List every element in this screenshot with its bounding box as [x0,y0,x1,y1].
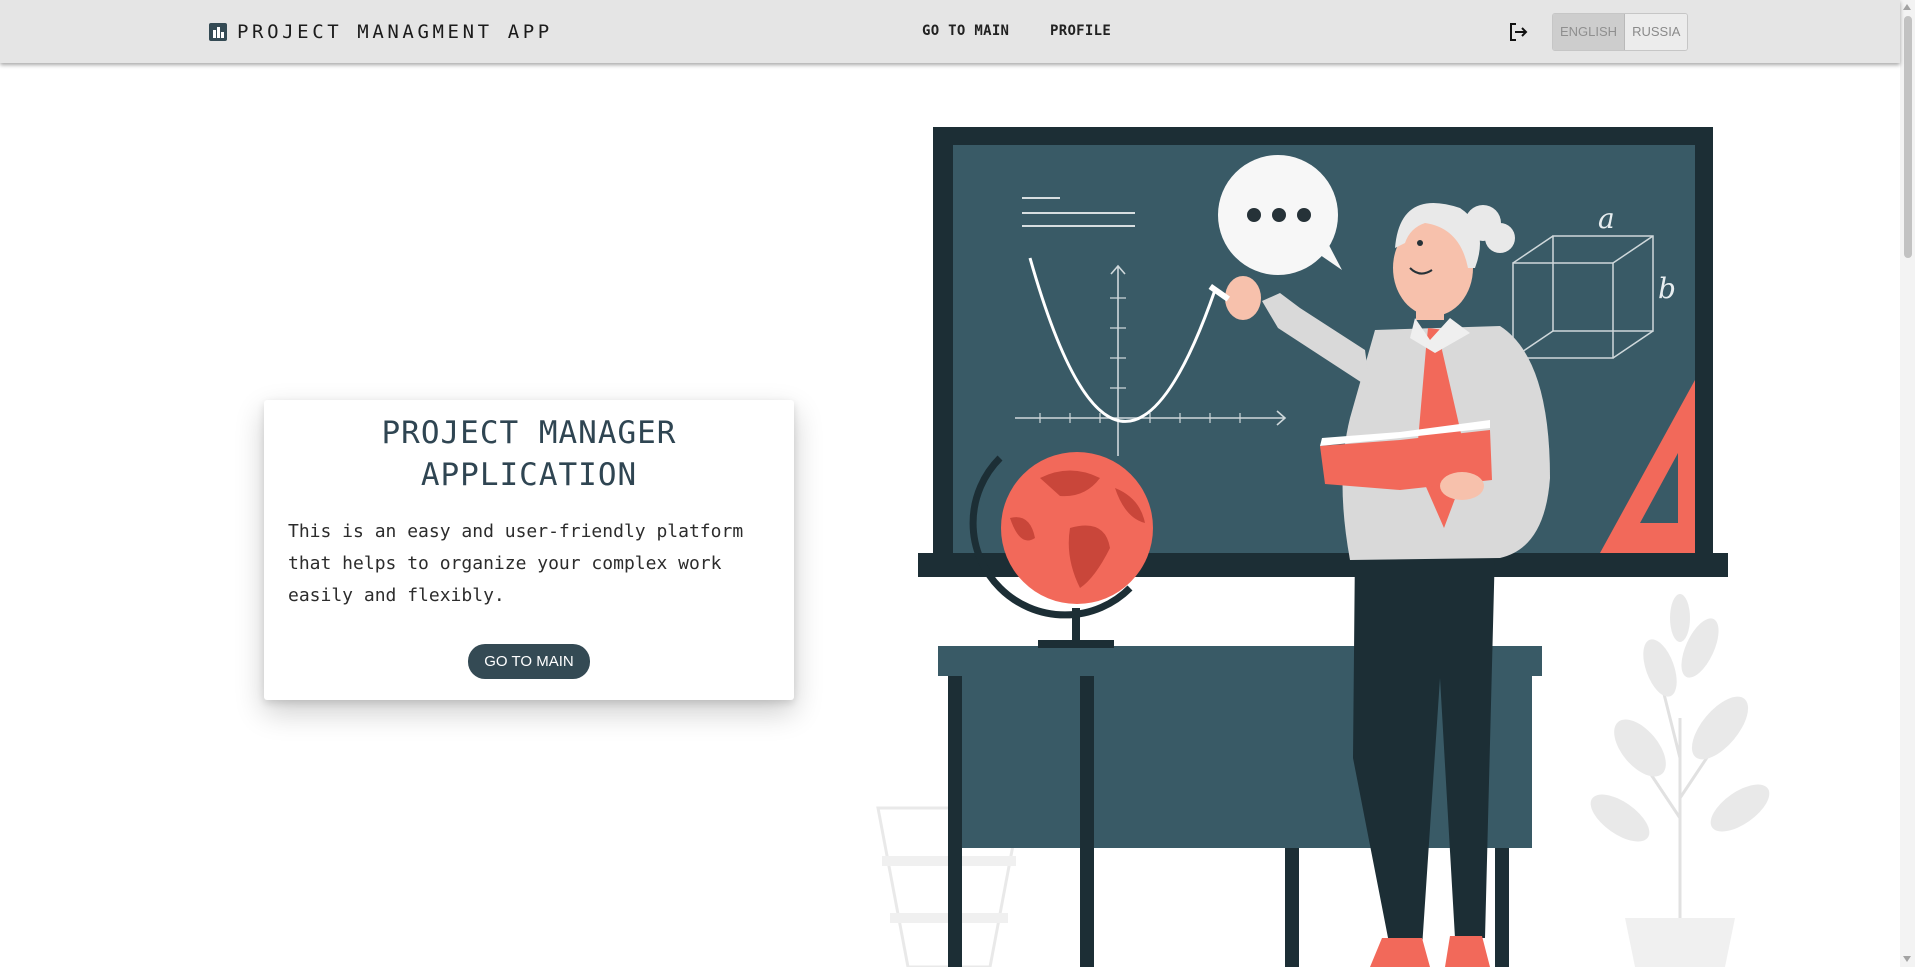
nav-profile[interactable]: PROFILE [1050,23,1111,39]
language-switcher: ENGLISH RUSSIA [1552,13,1689,51]
board-label-b: b [1658,272,1676,305]
language-russia-button[interactable]: RUSSIA [1625,14,1688,50]
go-to-main-button[interactable]: GO TO MAIN [468,644,590,679]
scroll-thumb[interactable] [1904,16,1912,258]
board-label-a: a [1598,202,1615,235]
hero-title: PROJECT MANAGER APPLICATION [381,415,677,493]
hero-card: PROJECT MANAGER APPLICATION This is an e… [264,400,794,700]
plant-decoration [1590,594,1770,967]
logout-icon[interactable] [1506,20,1530,44]
bar-chart-icon [209,23,227,41]
nav-go-to-main[interactable]: GO TO MAIN [922,23,1009,39]
scroll-up-arrow-icon[interactable] [1903,4,1911,10]
language-english-button[interactable]: ENGLISH [1553,14,1626,50]
app-logo[interactable]: PROJECT MANAGMENT APP [209,21,553,43]
vertical-scrollbar[interactable] [1900,0,1915,967]
hero-description: This is an easy and user-friendly platfo… [288,521,744,606]
app-title: PROJECT MANAGMENT APP [237,21,553,43]
scroll-down-arrow-icon[interactable] [1903,956,1911,962]
teacher-illustration: a b [876,127,1770,967]
app-header: PROJECT MANAGMENT APP GO TO MAIN PROFILE… [0,0,1900,63]
